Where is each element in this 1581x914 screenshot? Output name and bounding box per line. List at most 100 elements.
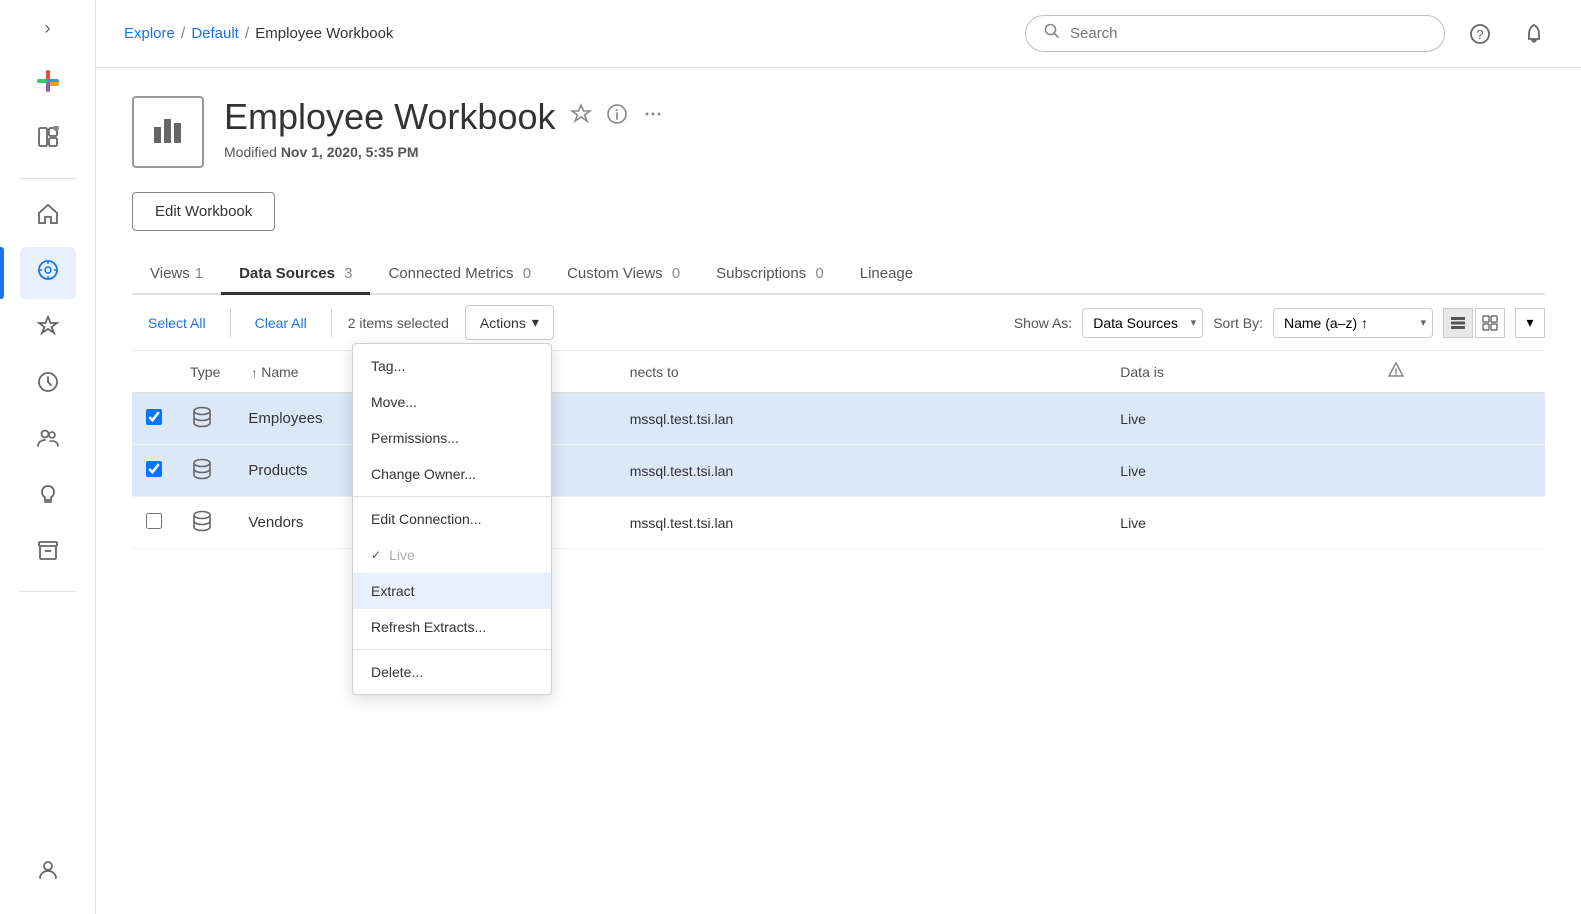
sidebar-bottom [20,846,76,914]
sidebar-item-recents[interactable] [20,359,76,411]
help-button[interactable]: ? [1461,15,1499,53]
live-check-icon: ✓ [371,548,381,562]
clear-all-button[interactable]: Clear All [239,307,323,339]
sort-by-wrapper: Name (a–z) ↑ [1273,308,1433,338]
row-checkbox-products[interactable] [146,461,162,477]
sidebar-item-recommendations[interactable] [20,471,76,523]
sidebar-item-users[interactable] [20,415,76,467]
show-as-select[interactable]: Data Sources [1082,308,1203,338]
clock-icon [37,371,59,399]
sort-arrow-up: ↑ [251,366,257,380]
table-header-row: Type ↑ Name nects to Data is [132,351,1545,393]
notification-bell-button[interactable] [1515,15,1553,53]
row-warning-employees [1373,393,1545,445]
data-sources-table: Type ↑ Name nects to Data is [132,351,1545,549]
tab-connected-metrics[interactable]: Connected Metrics 0 [370,255,549,295]
toolbar-divider-2 [331,309,332,337]
sidebar-item-archive[interactable] [20,527,76,579]
workbook-icon-box [132,96,204,168]
layout-icon [37,126,59,154]
workbook-info: Employee Workbook [224,96,664,160]
dropdown-item-extract[interactable]: Extract [353,573,551,609]
actions-dropdown-button[interactable]: Actions ▾ [465,305,554,340]
dropdown-item-move[interactable]: Move... [353,384,551,420]
dropdown-item-change-owner[interactable]: Change Owner... [353,456,551,492]
users-icon [36,426,60,456]
info-button[interactable] [606,103,628,131]
datasource-type-icon [190,468,214,484]
favorite-star-button[interactable] [570,103,592,131]
sidebar-item-discover[interactable] [20,247,76,299]
tag-label: Tag... [371,358,405,374]
actions-chevron-icon: ▾ [532,314,539,331]
dropdown-item-refresh-extracts[interactable]: Refresh Extracts... [353,609,551,645]
workbook-chart-icon [149,109,187,155]
dropdown-item-live: ✓ Live [353,537,551,573]
tabs-container: Views1 Data Sources 3 Connected Metrics … [132,255,1545,295]
content-area: Employee Workbook [96,68,1581,914]
dropdown-item-tag[interactable]: Tag... [353,348,551,384]
workbook-modified: Modified Nov 1, 2020, 5:35 PM [224,144,664,160]
edit-workbook-button[interactable]: Edit Workbook [132,192,275,231]
show-as-label: Show As: [1014,315,1072,331]
tab-custom-views[interactable]: Custom Views 0 [549,255,698,295]
row-datais-employees: Live [1106,393,1373,445]
row-connects-products: mssql.test.tsi.lan [616,445,1107,497]
view-toggle [1443,308,1505,338]
sidebar-item-layout[interactable] [20,114,76,166]
sort-by-label: Sort By: [1213,315,1263,331]
workbook-title: Employee Workbook [224,96,556,138]
sidebar-item-favorites[interactable] [20,303,76,355]
sidebar-toggle-button[interactable]: › [30,10,66,46]
table-row: Employees mssql.test.tsi.lan Live [132,393,1545,445]
move-label: Move... [371,394,417,410]
change-owner-label: Change Owner... [371,466,476,482]
more-view-button[interactable]: ▾ [1515,308,1545,338]
row-checkbox-employees[interactable] [146,409,162,425]
search-input[interactable] [1070,25,1426,42]
colorful-logo-icon [35,68,61,100]
breadcrumb-explore[interactable]: Explore [124,25,175,42]
star-icon [37,315,59,343]
tab-lineage[interactable]: Lineage [842,255,931,295]
search-bar[interactable] [1025,15,1445,52]
breadcrumb-sep-1: / [181,25,185,43]
tab-views[interactable]: Views1 [132,255,221,295]
actions-dropdown-menu: Tag... Move... Permissions... Change Own… [352,343,552,695]
dropdown-item-edit-connection[interactable]: Edit Connection... [353,501,551,537]
tab-subscriptions[interactable]: Subscriptions 0 [698,255,842,295]
dropdown-item-permissions[interactable]: Permissions... [353,420,551,456]
row-checkbox-vendors[interactable] [146,513,162,529]
tab-data-sources[interactable]: Data Sources 3 [221,255,370,295]
toolbar-divider-1 [230,309,231,337]
workbook-header: Employee Workbook [132,96,1545,168]
row-connects-employees: mssql.test.tsi.lan [616,393,1107,445]
select-all-button[interactable]: Select All [132,307,222,339]
live-label: Live [389,547,415,563]
toolbar: Select All Clear All 2 items selected Ac… [132,295,1545,351]
dropdown-item-delete[interactable]: Delete... [353,654,551,690]
permissions-label: Permissions... [371,430,459,446]
sidebar-item-home[interactable] [20,191,76,243]
sidebar-divider-2 [19,591,76,592]
datasource-type-icon [190,416,214,432]
profile-icon [37,858,59,886]
sidebar-item-profile[interactable] [20,846,76,898]
workbook-title-row: Employee Workbook [224,96,664,138]
row-checkbox-cell-employees[interactable] [132,393,176,445]
more-options-button[interactable] [642,103,664,131]
row-checkbox-cell-products[interactable] [132,445,176,497]
sidebar-item-logo[interactable] [20,58,76,110]
list-view-button[interactable] [1443,308,1473,338]
selected-count-label: 2 items selected [340,315,457,331]
breadcrumb-default[interactable]: Default [191,25,239,42]
search-icon [1044,23,1060,44]
row-datais-products: Live [1106,445,1373,497]
actions-label: Actions [480,315,526,331]
main-content: Explore / Default / Employee Workbook ? [96,0,1581,914]
table-row: Vendors mssql.test.tsi.lan Live [132,497,1545,549]
th-type: Type [176,351,234,393]
row-checkbox-cell-vendors[interactable] [132,497,176,549]
sort-by-select[interactable]: Name (a–z) ↑ [1273,308,1433,338]
grid-view-button[interactable] [1475,308,1505,338]
